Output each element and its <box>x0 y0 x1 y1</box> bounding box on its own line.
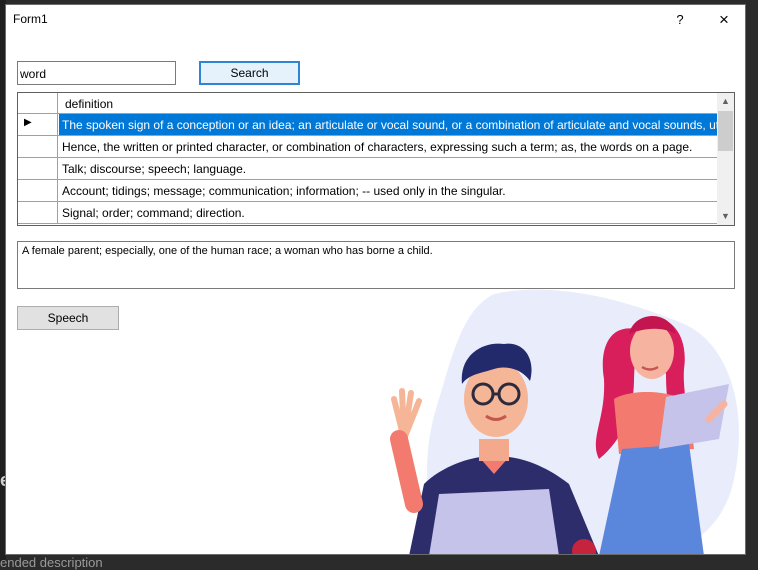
definition-cell[interactable]: The spoken sign of a conception or an id… <box>59 114 718 135</box>
search-input[interactable] <box>17 61 176 85</box>
scroll-down-icon[interactable]: ▼ <box>717 208 734 225</box>
definitions-grid[interactable]: definition ▶ The spoken sign of a concep… <box>17 92 735 226</box>
table-row[interactable]: Account; tidings; message; communication… <box>18 180 718 202</box>
row-header[interactable]: ▶ <box>18 114 58 135</box>
grid-vertical-scrollbar[interactable]: ▲ ▼ <box>717 93 734 225</box>
current-row-arrow-icon: ▶ <box>24 117 32 128</box>
definition-cell[interactable]: Account; tidings; message; communication… <box>59 180 718 201</box>
row-header[interactable] <box>18 180 58 201</box>
scrollbar-thumb[interactable] <box>718 111 733 151</box>
window-title: Form1 <box>13 12 48 26</box>
grid-corner-cell[interactable] <box>18 93 58 113</box>
background-text: ended description <box>0 555 103 570</box>
table-row[interactable]: Talk; discourse; speech; language. <box>18 158 718 180</box>
table-row[interactable]: ▶ The spoken sign of a conception or an … <box>18 114 718 136</box>
search-button[interactable]: Search <box>199 61 300 85</box>
row-header[interactable] <box>18 158 58 179</box>
definition-cell[interactable]: Talk; discourse; speech; language. <box>59 158 718 179</box>
detail-textbox[interactable]: A female parent; especially, one of the … <box>17 241 735 289</box>
table-row[interactable]: Hence, the written or printed character,… <box>18 136 718 158</box>
grid-header: definition <box>18 93 718 114</box>
title-bar[interactable]: Form1 ? × <box>6 5 745 35</box>
close-button[interactable]: × <box>710 8 738 32</box>
row-header[interactable] <box>18 136 58 157</box>
help-button[interactable]: ? <box>668 8 692 32</box>
definition-cell[interactable]: Hence, the written or printed character,… <box>59 136 718 157</box>
table-row[interactable]: Signal; order; command; direction. <box>18 202 718 224</box>
definition-cell[interactable]: Signal; order; command; direction. <box>59 202 718 223</box>
scroll-up-icon[interactable]: ▲ <box>717 93 734 110</box>
row-header[interactable] <box>18 202 58 223</box>
form-window: Form1 ? × Search definition ▶ The spoken… <box>5 4 746 555</box>
column-header-definition[interactable]: definition <box>65 97 113 111</box>
people-illustration <box>390 289 739 554</box>
speech-button[interactable]: Speech <box>17 306 119 330</box>
